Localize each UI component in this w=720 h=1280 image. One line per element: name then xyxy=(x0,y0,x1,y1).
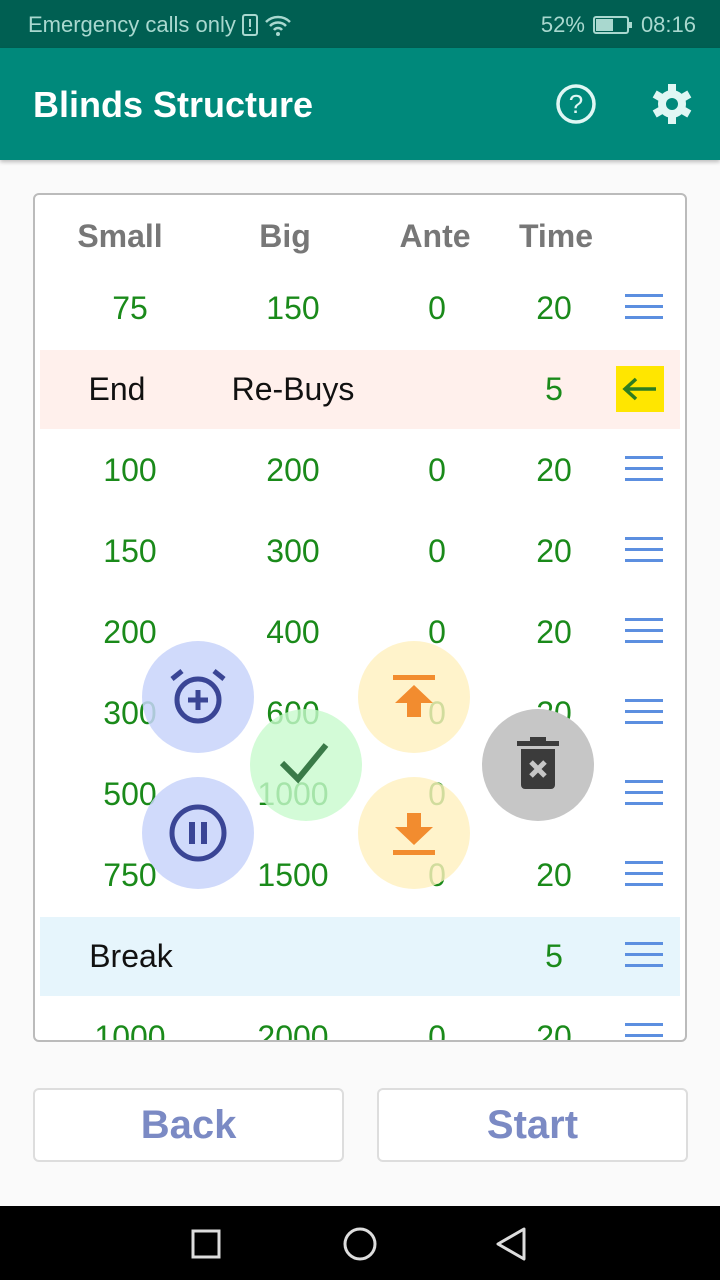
ante: 0 xyxy=(428,290,446,326)
back-nav-icon[interactable] xyxy=(494,1226,528,1262)
big-blind: 200 xyxy=(266,452,320,488)
ante: 0 xyxy=(428,533,446,569)
table-row[interactable]: 100 200 0 20 xyxy=(40,431,680,510)
drag-handle-icon[interactable] xyxy=(625,699,663,727)
time: 20 xyxy=(536,533,572,569)
status-bar: Emergency calls only 52% 08:16 xyxy=(0,0,720,48)
blinds-table[interactable]: Small Big Ante Time 75 150 0 20 End Re-Buys 5 1… xyxy=(33,193,687,1042)
move-to-top-button[interactable] xyxy=(358,641,470,753)
break-row[interactable]: Break 5 xyxy=(40,917,680,996)
time: 20 xyxy=(536,614,572,650)
pause-circle-icon xyxy=(169,804,227,862)
drag-handle-icon[interactable] xyxy=(625,1023,663,1040)
small-blind: 75 xyxy=(112,290,148,326)
carrier-text: Emergency calls only xyxy=(28,12,236,37)
page-title: Blinds Structure xyxy=(33,84,314,125)
battery-icon xyxy=(592,16,632,34)
big-blind: 2000 xyxy=(257,1019,329,1042)
time: 20 xyxy=(536,290,572,326)
header-time: Time xyxy=(518,218,594,254)
time: 20 xyxy=(536,857,572,893)
table-row[interactable]: 200 400 0 20 xyxy=(40,593,680,672)
back-button[interactable]: Back xyxy=(33,1088,344,1162)
drag-handle-icon[interactable] xyxy=(625,942,663,970)
check-icon xyxy=(279,743,329,784)
svg-text:?: ? xyxy=(569,89,583,119)
table-row[interactable]: 1000 2000 0 20 xyxy=(40,998,680,1042)
big-blind: 150 xyxy=(266,290,320,326)
delete-button[interactable] xyxy=(482,709,594,821)
help-icon[interactable]: ? xyxy=(554,82,598,126)
time: 20 xyxy=(536,1019,572,1042)
header-ante: Ante xyxy=(399,218,471,254)
home-icon[interactable] xyxy=(342,1226,378,1262)
clock: 08:16 xyxy=(640,12,696,37)
event-name: Re-Buys xyxy=(231,371,355,407)
vertical-align-top-icon xyxy=(393,675,435,717)
delete-forever-icon xyxy=(517,737,559,789)
confirm-button[interactable] xyxy=(250,709,362,821)
sim-alert-icon xyxy=(241,14,258,36)
drag-handle-icon[interactable] xyxy=(625,780,663,808)
big-blind: 300 xyxy=(266,533,320,569)
ante: 0 xyxy=(428,452,446,488)
table-header: Small Big Ante Time xyxy=(40,197,680,276)
ante: 0 xyxy=(428,1019,446,1042)
small-blind: 1000 xyxy=(94,1019,166,1042)
drag-handle-icon[interactable] xyxy=(625,861,663,889)
add-alarm-button[interactable] xyxy=(142,641,254,753)
vertical-align-bottom-icon xyxy=(393,813,435,855)
recents-icon[interactable] xyxy=(190,1228,222,1260)
time: 20 xyxy=(536,452,572,488)
alarm-add-icon xyxy=(170,669,226,724)
small-blind: 200 xyxy=(103,614,157,650)
table-row[interactable]: 75 150 0 20 xyxy=(40,269,680,348)
app-bar: Blinds Structure ? xyxy=(0,48,720,160)
move-to-bottom-button[interactable] xyxy=(358,777,470,889)
add-pause-button[interactable] xyxy=(142,777,254,889)
header-big: Big xyxy=(259,218,311,254)
settings-icon[interactable] xyxy=(650,82,694,126)
drag-handle-icon[interactable] xyxy=(625,456,663,484)
time: 5 xyxy=(545,938,563,974)
header-small: Small xyxy=(77,218,163,254)
small-blind: 100 xyxy=(103,452,157,488)
start-button[interactable]: Start xyxy=(377,1088,688,1162)
drag-handle-icon[interactable] xyxy=(625,537,663,565)
table-row[interactable]: 150 300 0 20 xyxy=(40,512,680,591)
event-label: End xyxy=(88,371,146,407)
battery-percent: 52% xyxy=(540,12,585,37)
time: 5 xyxy=(545,371,563,407)
drag-handle-icon[interactable] xyxy=(625,294,663,322)
small-blind: 150 xyxy=(103,533,157,569)
navigation-bar xyxy=(0,1206,720,1280)
wifi-icon xyxy=(264,15,291,36)
event-row[interactable]: End Re-Buys 5 xyxy=(40,350,680,429)
drag-handle-icon[interactable] xyxy=(625,618,663,646)
big-blind: 400 xyxy=(266,614,320,650)
arrow-left-icon xyxy=(622,377,656,401)
big-blind: 1500 xyxy=(257,857,329,893)
break-label: Break xyxy=(89,938,173,974)
selected-row-indicator[interactable] xyxy=(616,366,664,412)
